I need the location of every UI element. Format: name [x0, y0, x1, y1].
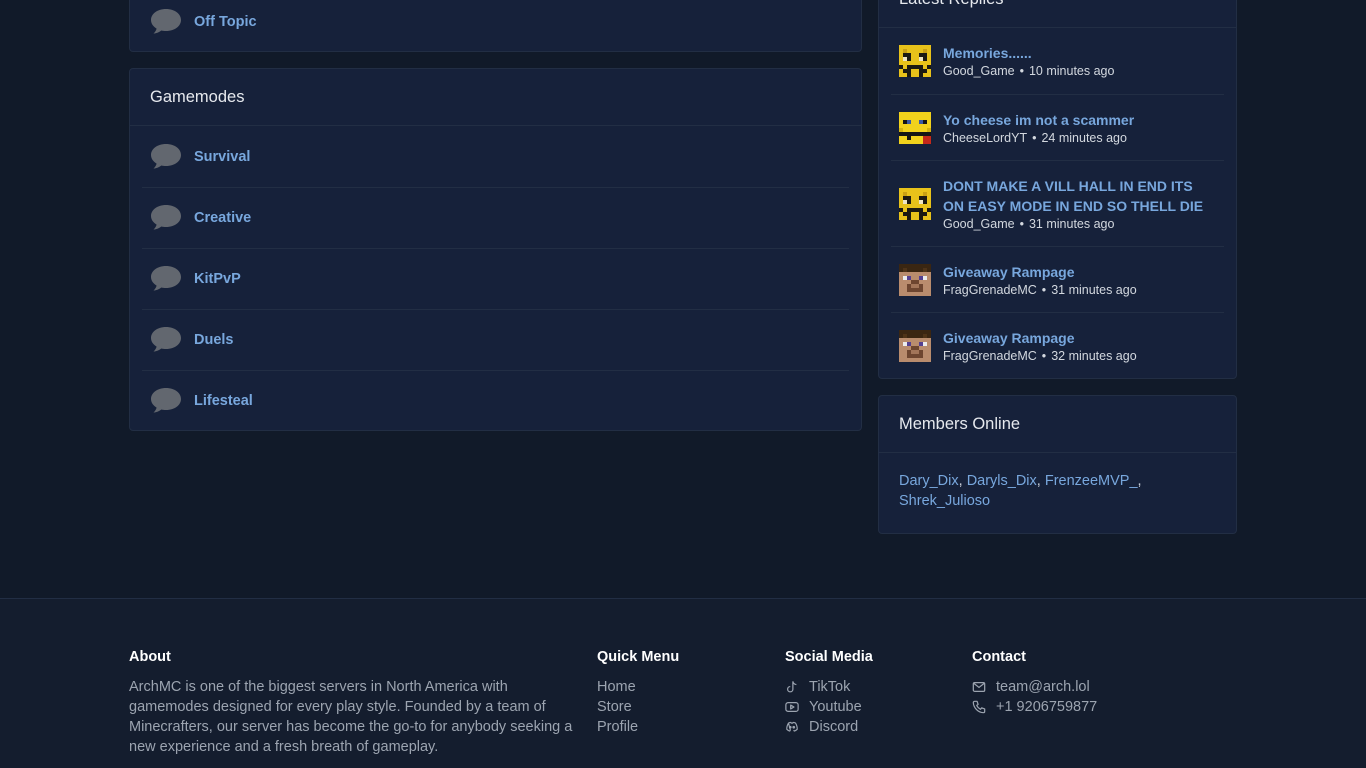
footer-contact: Contact team@arch.lol +1 9206759877 — [972, 649, 1232, 717]
reply-author[interactable]: FragGrenadeMC — [943, 283, 1037, 297]
forum-category-panel: Off Topic — [129, 0, 862, 52]
meta-separator: • — [1041, 349, 1047, 363]
reply-item[interactable]: Yo cheese im not a scammer CheeseLordYT • 2… — [891, 94, 1224, 160]
reply-meta: CheeseLordYT • 24 minutes ago — [943, 131, 1127, 145]
forum-row-off-topic[interactable]: Off Topic — [142, 0, 849, 52]
gamemodes-panel: Gamemodes Survival Creative KitPvP Duels Lif… — [129, 68, 862, 431]
chat-bubble-icon — [151, 205, 181, 230]
reply-time: 24 minutes ago — [1041, 131, 1127, 145]
footer-quick-menu-title: Quick Menu — [597, 649, 680, 665]
avatar[interactable] — [899, 330, 931, 362]
reply-author[interactable]: CheeseLordYT — [943, 131, 1027, 145]
reply-author[interactable]: Good_Game — [943, 64, 1015, 78]
member-link[interactable]: Daryls_Dix — [967, 473, 1037, 489]
footer-quick-menu: Quick Menu Home Store Profile — [597, 649, 767, 737]
forum-row-creative[interactable]: Creative — [142, 187, 849, 248]
reply-title-link[interactable]: Yo cheese im not a scammer — [943, 110, 1215, 130]
forum-row-survival[interactable]: Survival — [142, 126, 849, 187]
footer-link-youtube-label: Youtube — [809, 699, 862, 715]
reply-item[interactable]: Memories...... Good_Game • 10 minutes ago — [891, 28, 1224, 94]
footer-link-youtube[interactable]: Youtube — [785, 697, 955, 717]
meta-separator: • — [1041, 283, 1047, 297]
footer-about: About ArchMC is one of the biggest serve… — [129, 649, 581, 757]
forum-link-lifesteal[interactable]: Lifesteal — [194, 393, 253, 409]
reply-meta: FragGrenadeMC • 31 minutes ago — [943, 283, 1137, 297]
meta-separator: • — [1019, 64, 1024, 78]
reply-item[interactable]: DONT MAKE A VILL HALL IN END ITS ON EASY… — [891, 160, 1224, 246]
chat-bubble-icon — [151, 327, 181, 352]
reply-item[interactable]: Giveaway Rampage FragGrenadeMC • 32 minutes… — [891, 312, 1224, 378]
reply-title-link[interactable]: DONT MAKE A VILL HALL IN END ITS ON EASY… — [943, 176, 1215, 216]
footer-contact-email[interactable]: team@arch.lol — [972, 677, 1232, 697]
forum-link-off-topic[interactable]: Off Topic — [194, 14, 257, 30]
chat-bubble-icon — [151, 266, 181, 291]
phone-icon — [972, 700, 986, 714]
footer-link-discord-label: Discord — [809, 719, 859, 735]
footer-link-home[interactable]: Home — [597, 677, 767, 697]
footer-link-tiktok-label: TikTok — [809, 679, 851, 695]
latest-replies-panel: Latest Replies Memories......Good_Game•1… — [878, 0, 1237, 379]
reply-meta: Good_Game • 10 minutes ago — [943, 64, 1114, 78]
footer-link-store[interactable]: Store — [597, 697, 767, 717]
latest-replies-title: Latest Replies — [879, 0, 1236, 28]
reply-time: 31 minutes ago — [1028, 217, 1115, 231]
members-online-list: Dary_Dix, Daryls_Dix, FrenzeeMVP_, Shrek… — [899, 473, 1142, 509]
page: Off Topic Gamemodes Survival Creative KitP… — [0, 0, 1366, 768]
chat-bubble-icon — [151, 388, 181, 413]
footer: About ArchMC is one of the biggest serve… — [0, 598, 1366, 768]
forum-row-lifesteal[interactable]: Lifesteal — [142, 370, 849, 431]
reply-title-link[interactable]: Memories...... — [943, 43, 1215, 63]
footer-link-tiktok[interactable]: TikTok — [785, 677, 955, 697]
members-online-title: Members Online — [879, 396, 1236, 453]
chat-bubble-icon — [151, 143, 181, 169]
reply-author[interactable]: Good_Game — [943, 217, 1015, 231]
footer-social-title: Social Media — [785, 649, 873, 665]
footer-contact-email-label: team@arch.lol — [996, 679, 1090, 695]
footer-contact-phone[interactable]: +1 9206759877 — [972, 697, 1232, 717]
gamemodes-title: Gamemodes — [130, 69, 861, 126]
forum-link-kitpvp[interactable]: KitPvP — [194, 271, 241, 287]
reply-meta: Good_Game • 31 minutes ago — [943, 217, 1114, 231]
avatar[interactable] — [899, 188, 931, 220]
footer-contact-title: Contact — [972, 649, 1026, 665]
reply-time: 10 minutes ago — [1028, 64, 1115, 78]
forum-row-kitpvp[interactable]: KitPvP — [142, 248, 849, 309]
forum-link-creative[interactable]: Creative — [194, 210, 251, 226]
member-link[interactable]: Shrek_Julioso — [899, 493, 990, 509]
forum-link-duels[interactable]: Duels — [194, 332, 234, 348]
reply-time: 32 minutes ago — [1051, 349, 1137, 363]
reply-author[interactable]: FragGrenadeMC — [943, 349, 1037, 363]
footer-about-text: ArchMC is one of the biggest servers in … — [129, 679, 573, 755]
meta-separator: • — [1019, 217, 1024, 231]
member-link[interactable]: FrenzeeMVP_ — [1045, 473, 1138, 489]
member-link[interactable]: Dary_Dix — [899, 473, 959, 489]
reply-title-link[interactable]: Giveaway Rampage — [943, 328, 1215, 348]
reply-time: 31 minutes ago — [1051, 283, 1137, 297]
forum-row-duels[interactable]: Duels — [142, 309, 849, 370]
youtube-icon — [785, 700, 799, 714]
footer-link-profile[interactable]: Profile — [597, 717, 767, 737]
chat-bubble-icon — [151, 8, 181, 34]
avatar[interactable] — [899, 112, 931, 144]
reply-item[interactable]: Giveaway Rampage FragGrenadeMC • 31 minutes… — [891, 246, 1224, 312]
footer-link-discord[interactable]: Discord — [785, 717, 955, 737]
mail-icon — [972, 680, 986, 694]
reply-title-link[interactable]: Giveaway Rampage — [943, 262, 1215, 282]
footer-social-media: Social Media TikTok Youtube Discord — [785, 649, 955, 737]
forum-link-survival[interactable]: Survival — [194, 149, 250, 165]
footer-contact-phone-label: +1 9206759877 — [996, 699, 1098, 715]
reply-meta: FragGrenadeMC • 32 minutes ago — [943, 349, 1137, 363]
meta-separator: • — [1032, 131, 1037, 145]
tiktok-icon — [785, 680, 799, 694]
avatar[interactable] — [899, 45, 931, 77]
members-online-panel: Members Online Dary_Dix, Daryls_Dix, Fre… — [878, 395, 1237, 534]
avatar[interactable] — [899, 264, 931, 296]
discord-icon — [785, 720, 799, 734]
footer-about-title: About — [129, 649, 171, 665]
